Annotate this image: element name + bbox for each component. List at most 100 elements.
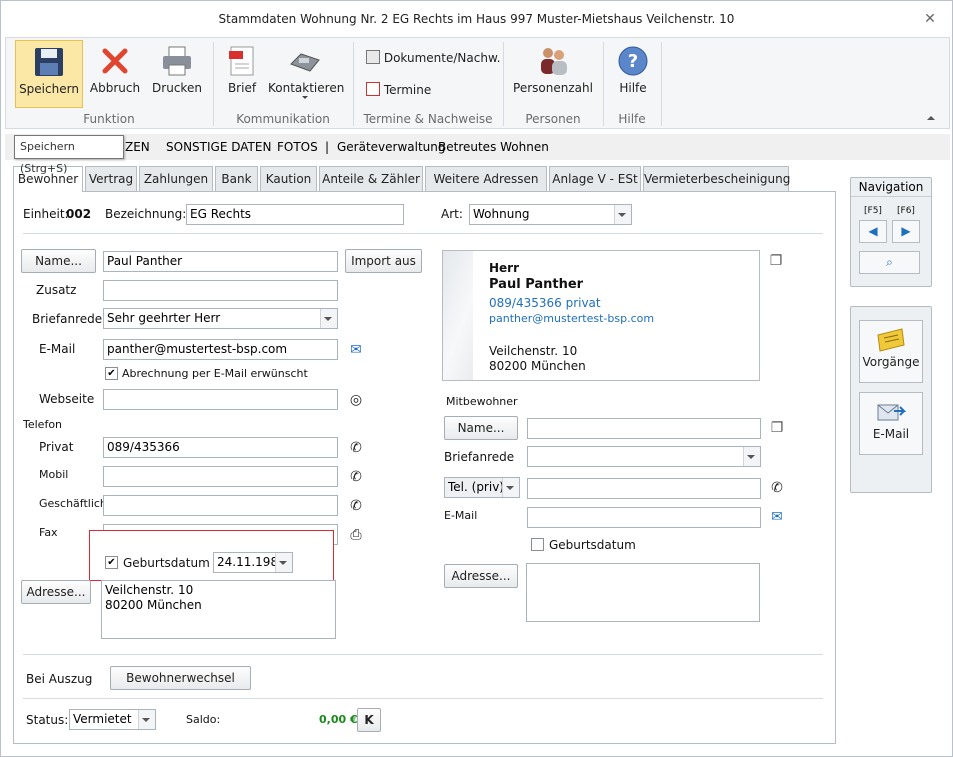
tab-vertrag[interactable]: Vertrag	[85, 166, 137, 191]
persons-button[interactable]: Personenzahl	[512, 40, 594, 108]
phone-device-icon	[290, 53, 320, 72]
description-label: Bezeichnung:	[105, 207, 187, 221]
email-input[interactable]: panther@mustertest-bsp.com	[103, 339, 338, 360]
website-input[interactable]	[103, 389, 338, 410]
mobil-input[interactable]	[103, 466, 338, 487]
email-billing-label: Abrechnung per E-Mail erwünscht	[122, 367, 308, 380]
actions-panel: Vorgänge E-Mail	[850, 306, 932, 493]
printer-icon	[163, 46, 191, 76]
geschaeftlich-label: Geschäftlich	[39, 497, 107, 510]
nav-item-betreutes-wohnen[interactable]: Betreutes Wohnen	[438, 134, 549, 160]
nav-item-geraeteverwaltung[interactable]: Geräteverwaltung	[337, 134, 446, 160]
email-label: E-Mail	[39, 342, 76, 356]
briefanrede-select[interactable]: Sehr geehrter Herr	[103, 308, 338, 329]
nav-item-fotos[interactable]: FOTOS	[277, 134, 318, 160]
close-icon[interactable]: ✕	[922, 12, 938, 28]
nav-item-zen[interactable]: ZEN	[125, 134, 150, 160]
co-resident-title: Mitbewohner	[446, 395, 518, 408]
birthdate-checkbox[interactable]: ✔	[105, 556, 118, 569]
co-briefanrede-select[interactable]	[527, 446, 761, 467]
copy-icon[interactable]: ❐	[768, 253, 784, 269]
email-action-button[interactable]: E-Mail	[859, 392, 923, 455]
status-select[interactable]: Vermietet	[69, 709, 156, 730]
tab-anlage-v[interactable]: Anlage V - ESt	[549, 166, 641, 191]
compose-email-icon[interactable]: ✉	[348, 342, 364, 358]
divider	[23, 654, 823, 655]
phone-icon[interactable]: ✆	[348, 498, 364, 514]
description-input[interactable]: EG Rechts	[186, 204, 404, 225]
vorgaenge-label: Vorgänge	[862, 355, 920, 369]
search-button[interactable]: ⌕	[859, 251, 920, 274]
mobil-label: Mobil	[39, 468, 69, 481]
email-billing-checkbox[interactable]: ✔	[105, 367, 118, 380]
previous-button[interactable]: ◀	[859, 220, 887, 243]
birthdate-label: Geburtsdatum	[123, 556, 210, 570]
phone-icon[interactable]: ✆	[348, 440, 364, 456]
tab-kaution[interactable]: Kaution	[260, 166, 317, 191]
fax-printer-icon[interactable]: ⎙	[348, 527, 364, 543]
account-k-button[interactable]: K	[357, 708, 381, 732]
co-phone-type-value: Tel. (priv)	[448, 480, 504, 494]
globe-icon[interactable]: ◎	[348, 392, 364, 408]
tab-weitere-adressen[interactable]: Weitere Adressen (0)	[425, 166, 547, 210]
vorgaenge-button[interactable]: Vorgänge	[859, 320, 923, 383]
tab-anteile-zaehler[interactable]: Anteile & Zähler	[319, 166, 423, 191]
card-decoration	[443, 251, 473, 380]
f6-hint: [F6]	[897, 206, 915, 216]
name-button[interactable]: Name...	[21, 249, 96, 273]
co-name-input[interactable]	[527, 418, 761, 439]
group-funktion-label: Funktion	[83, 112, 135, 126]
collapse-ribbon-icon[interactable]	[927, 116, 935, 120]
co-name-button[interactable]: Name...	[444, 416, 518, 440]
saldo-label: Saldo:	[186, 713, 221, 726]
print-button[interactable]: Drucken	[148, 40, 206, 108]
persons-label: Personenzahl	[513, 81, 593, 95]
co-phone-type-select[interactable]: Tel. (priv)	[444, 477, 520, 498]
geschaeftlich-input[interactable]	[103, 495, 338, 516]
cancel-x-icon	[102, 48, 128, 74]
navigation-title: Navigation	[858, 180, 924, 194]
zusatz-input[interactable]	[103, 280, 338, 301]
phone-icon[interactable]: ✆	[348, 469, 364, 485]
f5-hint: [F5]	[864, 206, 882, 216]
save-button[interactable]: Speichern	[15, 40, 83, 108]
contact-card: Herr Paul Panther 089/435366 privat pant…	[442, 250, 760, 381]
copy-icon[interactable]: ❐	[769, 420, 785, 436]
tab-bank[interactable]: Bank	[215, 166, 258, 191]
co-birthdate-checkbox[interactable]	[531, 538, 544, 551]
co-address-button[interactable]: Adresse...	[444, 564, 518, 588]
dates-button[interactable]: Termine	[366, 82, 431, 97]
email-action-label: E-Mail	[872, 427, 910, 441]
co-address-textarea[interactable]	[526, 563, 760, 622]
documents-button[interactable]: Dokumente/Nachw.	[366, 50, 500, 65]
nav-item-sonstige-daten[interactable]: SONSTIGE DATEN	[166, 134, 271, 160]
next-button[interactable]: ▶	[892, 220, 920, 243]
compose-email-icon[interactable]: ✉	[769, 509, 785, 525]
floppy-disk-icon	[35, 48, 63, 76]
address-button[interactable]: Adresse...	[21, 580, 91, 604]
website-label: Webseite	[39, 392, 95, 406]
import-button[interactable]: Import aus	[345, 249, 422, 273]
name-input[interactable]: Paul Panther	[103, 251, 338, 272]
ribbon: Speichern Abbruch Drucken Funktion Brief…	[5, 37, 950, 129]
co-email-input[interactable]	[527, 507, 761, 528]
co-phone-input[interactable]	[527, 478, 761, 499]
help-button[interactable]: ? Hilfe	[610, 40, 656, 108]
privat-label: Privat	[39, 440, 74, 454]
contact-button[interactable]: Kontaktieren	[268, 40, 344, 108]
cancel-button[interactable]: Abbruch	[86, 40, 144, 108]
help-question-icon: ?	[618, 46, 648, 76]
address-line-1: Veilchenstr. 10	[105, 583, 194, 597]
address-textarea[interactable]: Veilchenstr. 10 80200 München	[101, 580, 336, 639]
tab-zahlungen[interactable]: Zahlungen	[139, 166, 213, 191]
phone-icon[interactable]: ✆	[769, 480, 785, 496]
letter-button[interactable]: Brief	[220, 40, 264, 108]
card-phone: 089/435366 privat	[489, 296, 601, 310]
birthdate-picker[interactable]: 24.11.1985	[213, 552, 293, 573]
change-resident-button[interactable]: Bewohnerwechsel	[110, 666, 251, 690]
help-label: Hilfe	[619, 81, 647, 95]
type-select[interactable]: Wohnung	[469, 204, 632, 225]
tab-vermieterbescheinigung[interactable]: Vermieterbescheinigung	[643, 166, 790, 191]
privat-phone-input[interactable]: 089/435366	[103, 437, 338, 458]
folder-tasks-icon	[877, 328, 905, 352]
